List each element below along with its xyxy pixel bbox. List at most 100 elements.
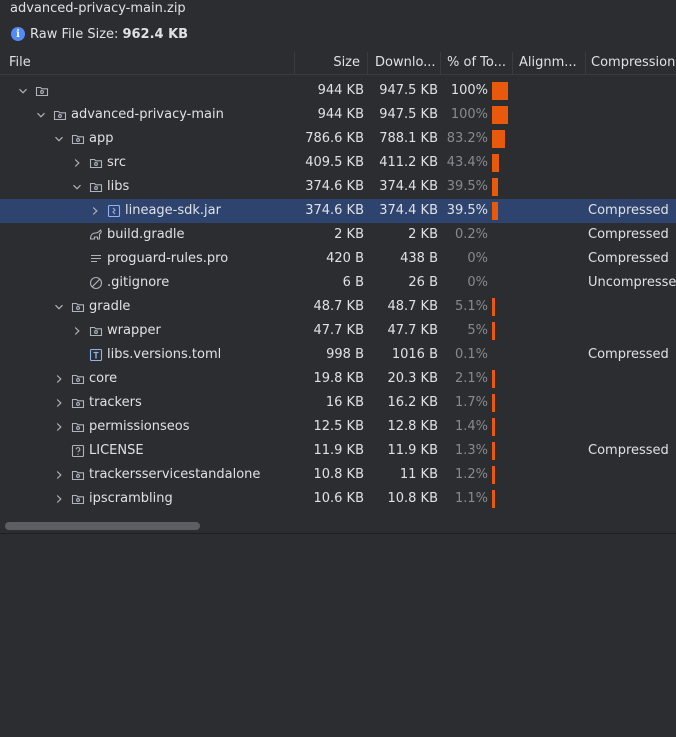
table-row[interactable]: gradle 48.7 KB 48.7 KB 5.1%	[0, 295, 676, 319]
chevron-right-icon[interactable]	[70, 151, 84, 175]
compression-cell	[588, 367, 676, 391]
column-alignment[interactable]: Alignm...	[519, 52, 581, 74]
download-size-cell: 48.7 KB	[387, 299, 438, 314]
percent-cell: 0%	[467, 275, 488, 290]
percent-bar	[492, 418, 495, 436]
raw-file-size: i Raw File Size: 962.4 KB	[11, 24, 188, 44]
folder-icon	[71, 132, 85, 146]
compression-cell	[588, 79, 676, 103]
chevron-down-icon[interactable]	[52, 295, 66, 319]
column-divider[interactable]	[440, 52, 441, 74]
file-name: proguard-rules.pro	[107, 251, 229, 266]
table-row[interactable]: permissionseos 12.5 KB 12.8 KB 1.4%	[0, 415, 676, 439]
column-file[interactable]: File	[9, 52, 289, 74]
info-icon: i	[11, 27, 25, 41]
gradle-icon	[89, 228, 103, 242]
download-size-cell: 2 KB	[408, 227, 438, 242]
column-percent[interactable]: % of To...	[447, 52, 509, 74]
download-size-cell: 947.5 KB	[379, 107, 438, 122]
toml-icon	[89, 348, 103, 362]
percent-cell: 1.2%	[454, 467, 488, 482]
size-cell: 12.5 KB	[313, 419, 364, 434]
compression-cell	[588, 151, 676, 175]
compression-cell	[588, 175, 676, 199]
file-name: core	[89, 371, 118, 386]
percent-bar	[492, 466, 495, 484]
download-size-cell: 16.2 KB	[387, 395, 438, 410]
file-name: libs.versions.toml	[107, 347, 222, 362]
column-divider[interactable]	[585, 52, 586, 74]
horizontal-scrollbar[interactable]	[5, 522, 200, 530]
chevron-right-icon[interactable]	[52, 487, 66, 511]
chevron-down-icon[interactable]	[34, 103, 48, 127]
text-file-icon	[89, 252, 103, 266]
size-cell: 2 KB	[334, 227, 364, 242]
chevron-right-icon[interactable]	[52, 415, 66, 439]
chevron-down-icon[interactable]	[16, 79, 30, 103]
details-panel	[0, 534, 676, 737]
folder-icon	[71, 420, 85, 434]
table-row[interactable]: advanced-privacy-main 944 KB 947.5 KB 100%	[0, 103, 676, 127]
column-size[interactable]: Size	[296, 52, 360, 74]
chevron-right-icon[interactable]	[52, 367, 66, 391]
column-download[interactable]: Downlo...	[375, 52, 437, 74]
folder-icon	[35, 84, 49, 98]
percent-cell: 5.1%	[454, 299, 488, 314]
percent-cell: 0.1%	[454, 347, 488, 362]
download-size-cell: 374.4 KB	[379, 203, 438, 218]
size-cell: 998 B	[326, 347, 364, 362]
table-row[interactable]: trackersservicestandalone 10.8 KB 11 KB 1.2…	[0, 463, 676, 487]
table-row[interactable]: libs.versions.toml 998 B 1016 B 0.1% Compres…	[0, 343, 676, 367]
file-name: app	[89, 131, 114, 146]
chevron-right-icon[interactable]	[88, 199, 102, 223]
percent-cell: 1.7%	[454, 395, 488, 410]
size-cell: 944 KB	[317, 107, 364, 122]
percent-cell: 83.2%	[446, 131, 488, 146]
column-divider[interactable]	[294, 52, 295, 74]
download-size-cell: 12.8 KB	[387, 419, 438, 434]
table-row[interactable]: src 409.5 KB 411.2 KB 43.4%	[0, 151, 676, 175]
chevron-down-icon[interactable]	[70, 175, 84, 199]
table-row[interactable]: lineage-sdk.jar 374.6 KB 374.4 KB 39.5% Comp…	[0, 199, 676, 223]
table-row[interactable]: LICENSE 11.9 KB 11.9 KB 1.3% Compressed	[0, 439, 676, 463]
file-name: advanced-privacy-main	[71, 107, 224, 122]
compression-cell	[588, 127, 676, 151]
percent-cell: 39.5%	[446, 203, 488, 218]
table-row[interactable]: build.gradle 2 KB 2 KB 0.2% Compressed	[0, 223, 676, 247]
percent-bar	[492, 442, 495, 460]
percent-cell: 2.1%	[454, 371, 488, 386]
file-tree-table[interactable]: 944 KB 947.5 KB 100% advanced-privacy-main 9…	[0, 79, 676, 519]
percent-cell: 100%	[450, 107, 488, 122]
percent-bar	[492, 130, 505, 148]
table-row[interactable]: app 786.6 KB 788.1 KB 83.2%	[0, 127, 676, 151]
chevron-down-icon[interactable]	[52, 127, 66, 151]
table-row[interactable]: proguard-rules.pro 420 B 438 B 0% Compressed	[0, 247, 676, 271]
table-row[interactable]: ipscrambling 10.6 KB 10.8 KB 1.1%	[0, 487, 676, 511]
download-size-cell: 26 B	[408, 275, 438, 290]
table-row[interactable]: 944 KB 947.5 KB 100%	[0, 79, 676, 103]
folder-icon	[71, 372, 85, 386]
size-cell: 420 B	[326, 251, 364, 266]
percent-cell: 0%	[467, 251, 488, 266]
compression-cell: Compressed	[588, 227, 669, 242]
table-row[interactable]: .gitignore 6 B 26 B 0% Uncompressed	[0, 271, 676, 295]
table-row[interactable]: core 19.8 KB 20.3 KB 2.1%	[0, 367, 676, 391]
percent-bar	[492, 82, 508, 100]
folder-icon	[89, 180, 103, 194]
table-row[interactable]: libs 374.6 KB 374.4 KB 39.5%	[0, 175, 676, 199]
table-row[interactable]: trackers 16 KB 16.2 KB 1.7%	[0, 391, 676, 415]
chevron-right-icon[interactable]	[70, 319, 84, 343]
file-name: .gitignore	[107, 275, 170, 290]
table-row[interactable]: wrapper 47.7 KB 47.7 KB 5%	[0, 319, 676, 343]
percent-cell: 1.3%	[454, 443, 488, 458]
folder-icon	[53, 108, 67, 122]
chevron-right-icon[interactable]	[52, 391, 66, 415]
compression-cell	[588, 103, 676, 127]
download-size-cell: 788.1 KB	[379, 131, 438, 146]
chevron-right-icon[interactable]	[52, 463, 66, 487]
folder-icon	[71, 492, 85, 506]
unknown-file-icon	[71, 444, 85, 458]
column-divider[interactable]	[512, 52, 513, 74]
column-compression[interactable]: Compression	[591, 52, 676, 74]
column-divider[interactable]	[367, 52, 368, 74]
